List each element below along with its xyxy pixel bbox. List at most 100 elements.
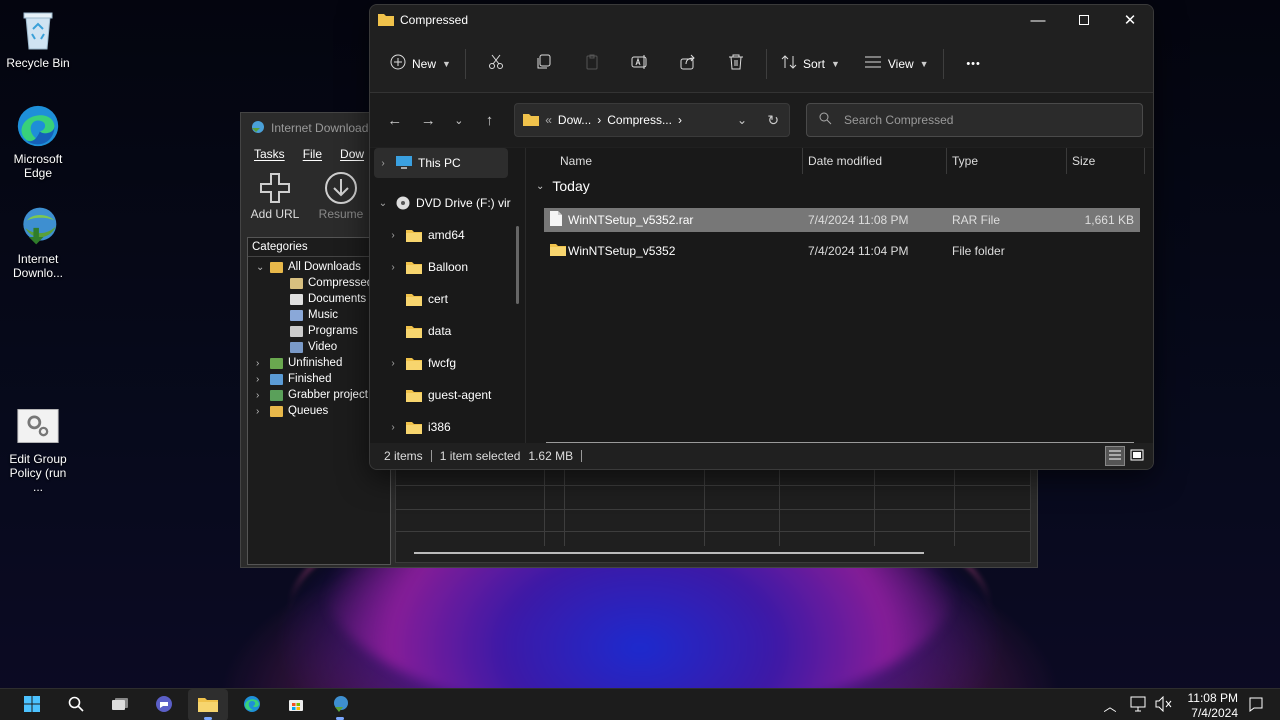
chevron-right-icon[interactable]: › [384, 262, 402, 273]
copy-icon [536, 54, 552, 73]
group-policy-icon [16, 404, 60, 448]
refresh-icon[interactable]: ↻ [767, 112, 779, 129]
breadcrumb-downloads[interactable]: Dow... [558, 113, 591, 127]
taskbar-clock[interactable]: 11:08 PM 7/4/2024 [1188, 691, 1238, 720]
maximize-button[interactable] [1061, 5, 1107, 35]
idm-category-label: Programs [308, 325, 358, 337]
chevron-right-icon[interactable]: › [256, 406, 270, 417]
desktop-icon-edit-group-policy[interactable]: Edit Group Policy (run ... [0, 404, 76, 494]
idm-menu-downloads[interactable]: Dow [331, 147, 373, 161]
idm-menu-tasks[interactable]: Tasks [245, 147, 294, 161]
category-icon [270, 261, 283, 273]
file-row[interactable]: WinNTSetup_v5352.rar 7/4/2024 11:08 PM RAR… [544, 208, 1140, 232]
nav-item[interactable]: cert [374, 284, 448, 314]
group-header-today[interactable]: ⌄ Today [536, 178, 590, 194]
volume-button[interactable] [1144, 689, 1184, 720]
view-toggle [1105, 446, 1147, 466]
taskbar-store[interactable] [276, 689, 316, 720]
address-dropdown-icon[interactable]: ⌄ [737, 113, 747, 127]
column-type[interactable]: Type [952, 148, 978, 174]
details-view-button[interactable] [1105, 446, 1125, 466]
folder-icon [378, 12, 394, 29]
chevron-right-icon[interactable]: › [256, 390, 270, 401]
chat-icon [155, 695, 173, 716]
nav-scrollbar[interactable] [516, 226, 519, 304]
nav-item[interactable]: guest-agent [374, 380, 491, 410]
chevron-right-icon[interactable]: › [384, 230, 402, 241]
minimize-button[interactable]: — [1015, 5, 1061, 35]
more-options-button[interactable]: ••• [950, 48, 998, 80]
resume-button[interactable]: Resume [311, 169, 371, 221]
taskbar-file-explorer[interactable] [188, 689, 228, 720]
tiles-view-button[interactable] [1127, 446, 1147, 466]
idm-menu-file[interactable]: File [294, 147, 331, 161]
add-url-button[interactable]: Add URL [245, 169, 305, 221]
desktop-icon-idm[interactable]: Internet Downlo... [0, 204, 76, 280]
idm-category-label: Queues [288, 405, 329, 417]
taskbar: ︿ 11:08 PM 7/4/2024 [0, 688, 1280, 720]
chevron-right-icon[interactable]: › [384, 422, 402, 433]
rename-button[interactable] [616, 48, 664, 80]
chevron-right-icon[interactable]: › [256, 358, 270, 369]
chevron-right-icon[interactable]: › [374, 158, 392, 169]
view-button[interactable]: View ▼ [856, 48, 937, 80]
idm-globe-icon [16, 204, 60, 248]
nav-item[interactable]: › Balloon [374, 252, 468, 282]
category-icon [290, 309, 303, 321]
nav-item[interactable]: data [374, 316, 451, 346]
chevron-right-icon[interactable]: › [384, 358, 402, 369]
nav-item[interactable]: › i386 [374, 412, 450, 442]
nav-item[interactable]: › amd64 [374, 220, 464, 250]
taskbar-search-button[interactable] [56, 689, 96, 720]
sort-button[interactable]: Sort ▼ [773, 48, 848, 80]
column-name[interactable]: Name [560, 148, 592, 174]
folder-icon [406, 261, 422, 274]
start-button[interactable] [12, 689, 52, 720]
chevron-down-icon[interactable]: ⌄ [256, 262, 270, 273]
address-overflow[interactable]: « [545, 113, 552, 127]
search-input[interactable] [844, 113, 1125, 127]
paste-button[interactable] [568, 48, 616, 80]
back-button[interactable]: ← [380, 105, 410, 135]
idm-hscroll[interactable] [414, 552, 924, 554]
search-box[interactable] [806, 103, 1143, 137]
column-size[interactable]: Size [1072, 148, 1095, 174]
chat-button[interactable] [144, 689, 184, 720]
new-button[interactable]: New ▼ [382, 48, 459, 80]
nav-item-label: Balloon [428, 260, 469, 274]
file-pane: Name Date modified Type Size ⌄ Today Win… [530, 148, 1153, 444]
breadcrumb-compressed[interactable]: Compress... [607, 113, 672, 127]
details-view-icon [1109, 449, 1121, 463]
chevron-down-icon[interactable]: ⌄ [374, 198, 392, 209]
taskbar-edge[interactable] [232, 689, 272, 720]
close-button[interactable]: ✕ [1107, 5, 1153, 35]
desktop-icon-recycle-bin[interactable]: Recycle Bin [0, 8, 76, 70]
list-view-icon [864, 55, 882, 72]
copy-button[interactable] [520, 48, 568, 80]
delete-button[interactable] [712, 48, 760, 80]
nav-item[interactable]: › fwcfg [374, 348, 456, 378]
share-icon [680, 54, 696, 73]
forward-button[interactable]: → [414, 105, 444, 135]
share-button[interactable] [664, 48, 712, 80]
nav-item[interactable]: ⌄ DVD Drive (F:) vir [374, 188, 511, 218]
nav-item[interactable]: › This PC [374, 148, 508, 178]
task-view-button[interactable] [100, 689, 140, 720]
chevron-right-icon[interactable]: › [256, 374, 270, 385]
notifications-button[interactable] [1236, 689, 1276, 720]
address-bar[interactable]: « Dow... › Compress... › ⌄ ↻ [514, 103, 791, 137]
arrow-left-icon: ← [387, 111, 403, 129]
status-size: 1.62 MB [528, 449, 574, 463]
taskbar-idm[interactable] [320, 689, 360, 720]
recent-locations-button[interactable]: ⌄ [447, 105, 471, 135]
desktop-icon-edge[interactable]: Microsoft Edge [0, 104, 76, 180]
up-button[interactable]: ↑ [475, 105, 505, 135]
status-bar: 2 items 1 item selected 1.62 MB [370, 443, 1153, 469]
file-icon [550, 211, 562, 229]
cut-button[interactable] [472, 48, 520, 80]
column-date-modified[interactable]: Date modified [808, 148, 882, 174]
file-row[interactable]: WinNTSetup_v5352 7/4/2024 11:04 PM File fo… [544, 239, 1140, 263]
desktop-icon-label: Recycle Bin [6, 56, 70, 70]
sort-label: Sort [802, 56, 825, 71]
edge-icon [16, 104, 60, 148]
